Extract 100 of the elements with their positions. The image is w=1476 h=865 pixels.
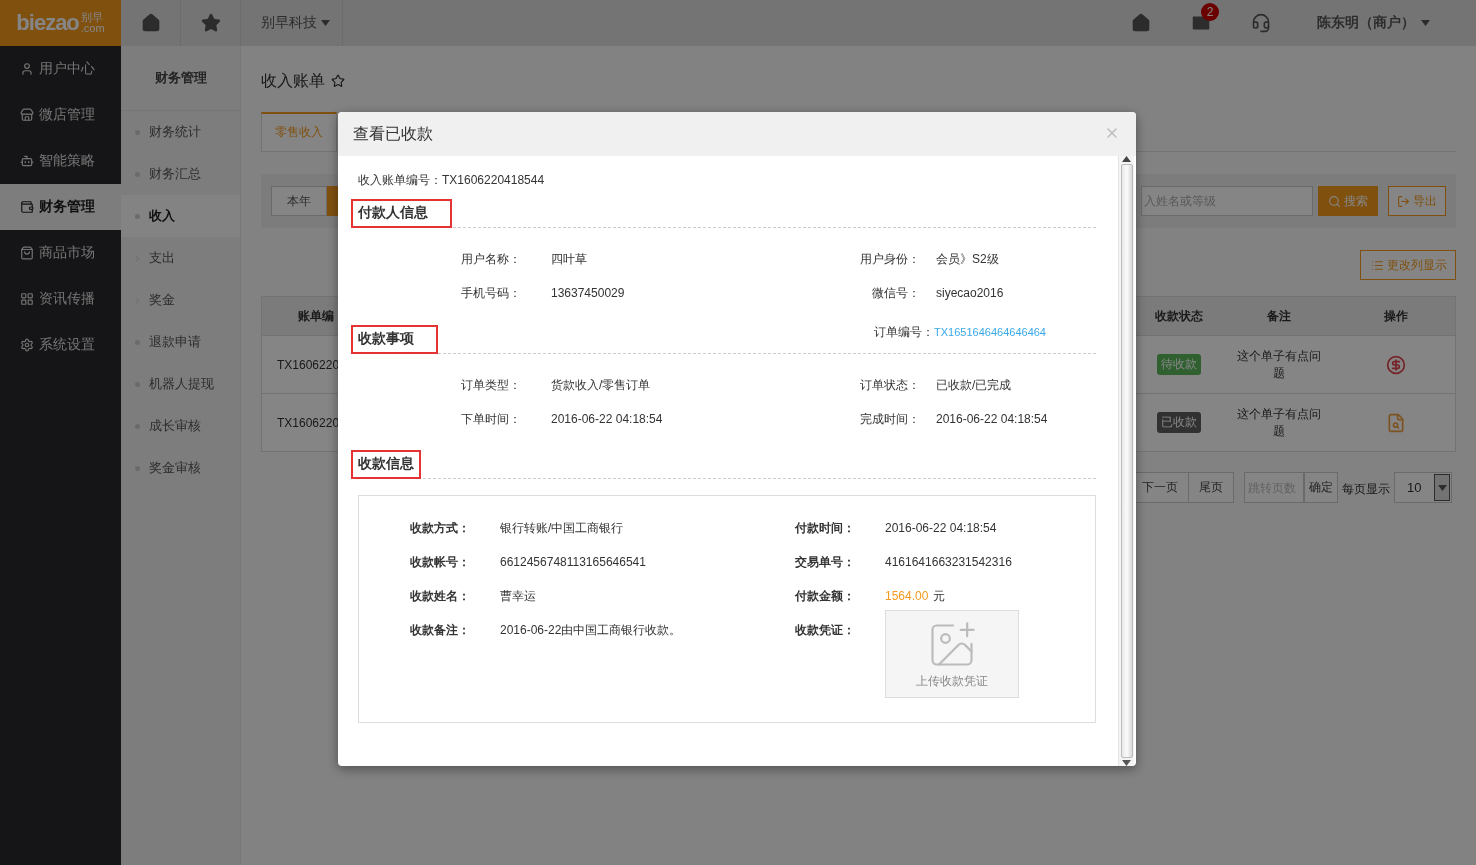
field-label: 收款方式： — [410, 520, 471, 537]
caret-icon — [1437, 484, 1447, 491]
export-icon — [1397, 194, 1410, 208]
subnav-item[interactable]: 收入 — [121, 195, 240, 237]
amount-value: 1564.00 — [885, 589, 929, 603]
field-label: 收款凭证： — [795, 622, 856, 639]
gear-icon — [20, 338, 34, 352]
status-tag: 已收款 — [1157, 412, 1201, 433]
field-label: 用户身份： — [859, 250, 920, 268]
bag-icon — [20, 246, 34, 260]
field-label: 收款姓名： — [410, 588, 471, 605]
subnav-item[interactable]: 退款申请 — [121, 321, 240, 363]
columns-button[interactable]: 更改列显示 — [1360, 250, 1456, 280]
field-value: 四叶草 — [551, 250, 588, 268]
caret-icon — [321, 20, 330, 26]
field-value: 2016-06-22 04:18:54 — [551, 412, 664, 426]
home-icon[interactable] — [140, 13, 161, 33]
wallet-icon — [20, 200, 34, 214]
field-value: 2016-06-22由中国工商银行收款。 — [500, 622, 683, 639]
star-icon[interactable] — [200, 13, 221, 33]
column-header: 操作 — [1383, 307, 1408, 325]
subnav-item[interactable]: 支出 — [121, 237, 240, 279]
grid-icon — [20, 292, 34, 306]
bill-number: 收入账单编号：TX1606220418544 — [358, 172, 546, 188]
scrollbar[interactable] — [1118, 156, 1134, 766]
company-dropdown[interactable]: 别早科技 — [241, 0, 343, 46]
subnav-item[interactable]: 奖金审核 — [121, 447, 240, 489]
field-label: 手机号码： — [461, 284, 522, 302]
sidebar-item[interactable]: 商品市场 — [0, 230, 121, 276]
sidebar-item[interactable]: 财务管理 — [0, 184, 121, 230]
dollar-icon[interactable] — [1385, 354, 1406, 375]
subnav-item[interactable]: 财务统计 — [121, 111, 240, 153]
order-number: 订单编号：TX1651646464646464 — [874, 324, 1047, 341]
star-icon[interactable] — [331, 74, 345, 88]
page-title: 收入账单 — [261, 70, 325, 91]
column-header: 账单编 — [298, 307, 334, 325]
filter-button[interactable]: 本年 — [271, 186, 327, 216]
caret-icon — [1421, 20, 1430, 26]
per-page-label: 每页显示 — [1342, 481, 1390, 498]
subnav-item[interactable]: 成长审核 — [121, 405, 240, 447]
field-value: 曹幸运 — [500, 588, 537, 605]
section-heading: 收款信息 — [351, 450, 421, 479]
subnav-item[interactable]: 奖金 — [121, 279, 240, 321]
subnav-title: 财务管理 — [121, 46, 240, 111]
currency-unit: 元 — [933, 589, 946, 603]
field-label: 订单状态： — [859, 376, 920, 394]
sidebar-item[interactable]: 微店管理 — [0, 92, 121, 138]
field-label: 微信号： — [871, 284, 920, 302]
status-tag: 待收款 — [1157, 354, 1201, 375]
table-cell-text: 这个单子有点问题 — [1235, 405, 1322, 440]
field-value: 6612456748113165646541 — [500, 554, 647, 571]
table-cell: TX1606220 — [277, 357, 340, 372]
search-icon — [1328, 194, 1341, 208]
order-link[interactable]: TX1651646464646464 — [934, 326, 1046, 338]
user-menu[interactable]: 陈东明（商户） — [1291, 0, 1476, 46]
column-header: 收款状态 — [1155, 307, 1203, 325]
export-button[interactable]: 导出 — [1388, 186, 1446, 216]
section-heading: 收款事项 — [351, 325, 438, 354]
notification-badge: 2 — [1201, 3, 1219, 21]
field-value: 银行转账/中国工商银行 — [500, 520, 625, 537]
robot-icon — [20, 154, 34, 168]
list-icon — [1371, 258, 1384, 272]
sidebar-item[interactable]: 系统设置 — [0, 322, 121, 368]
tab[interactable]: 零售收入 — [261, 112, 337, 151]
table-cell-text: 这个单子有点问题 — [1235, 347, 1322, 382]
subnav-item[interactable]: 财务汇总 — [121, 153, 240, 195]
sidebar-item[interactable]: 用户中心 — [0, 46, 121, 92]
field-label: 用户名称： — [461, 250, 522, 268]
field-label: 付款金额： — [795, 588, 856, 605]
field-label: 收款备注： — [410, 622, 471, 639]
field-label: 付款时间： — [795, 520, 856, 537]
field-label: 完成时间： — [859, 410, 920, 428]
field-value: 4161641663231542316 — [885, 554, 1013, 571]
field-label: 订单类型： — [461, 376, 522, 394]
caret-icon — [1122, 760, 1131, 766]
field-value: 货款收入/零售订单 — [551, 376, 652, 394]
subnav-item[interactable]: 机器人提现 — [121, 363, 240, 405]
field-value: 会员》S2级 — [936, 250, 1000, 268]
table-cell: TX1606220 — [277, 415, 340, 430]
home-icon[interactable] — [1131, 13, 1151, 33]
sidebar-item[interactable]: 智能策略 — [0, 138, 121, 184]
field-value: 2016-06-22 04:18:54 — [885, 520, 998, 537]
field-label: 交易单号： — [795, 554, 856, 571]
field-value: 2016-06-22 04:18:54 — [936, 412, 1049, 426]
sidebar-item[interactable]: 资讯传播 — [0, 276, 121, 322]
confirm-button[interactable]: 确定 — [1304, 472, 1338, 503]
section-heading: 付款人信息 — [351, 199, 452, 228]
field-label: 收款帐号： — [410, 554, 471, 571]
per-page-select[interactable]: 10 — [1394, 472, 1452, 503]
search-button[interactable]: 搜索 — [1318, 186, 1378, 216]
field-value: 已收款/已完成 — [936, 376, 1013, 394]
shop-icon — [20, 108, 34, 122]
last-page-button[interactable]: 尾页 — [1189, 472, 1234, 503]
user-icon — [20, 62, 34, 76]
dialog-title: 查看已收款 — [353, 123, 433, 144]
headset-icon[interactable] — [1251, 13, 1271, 33]
column-header: 备注 — [1266, 307, 1291, 325]
field-label: 下单时间： — [461, 410, 522, 428]
field-value: siyecao2016 — [936, 286, 1005, 300]
upload-button[interactable]: 上传收款凭证 — [885, 610, 1019, 698]
